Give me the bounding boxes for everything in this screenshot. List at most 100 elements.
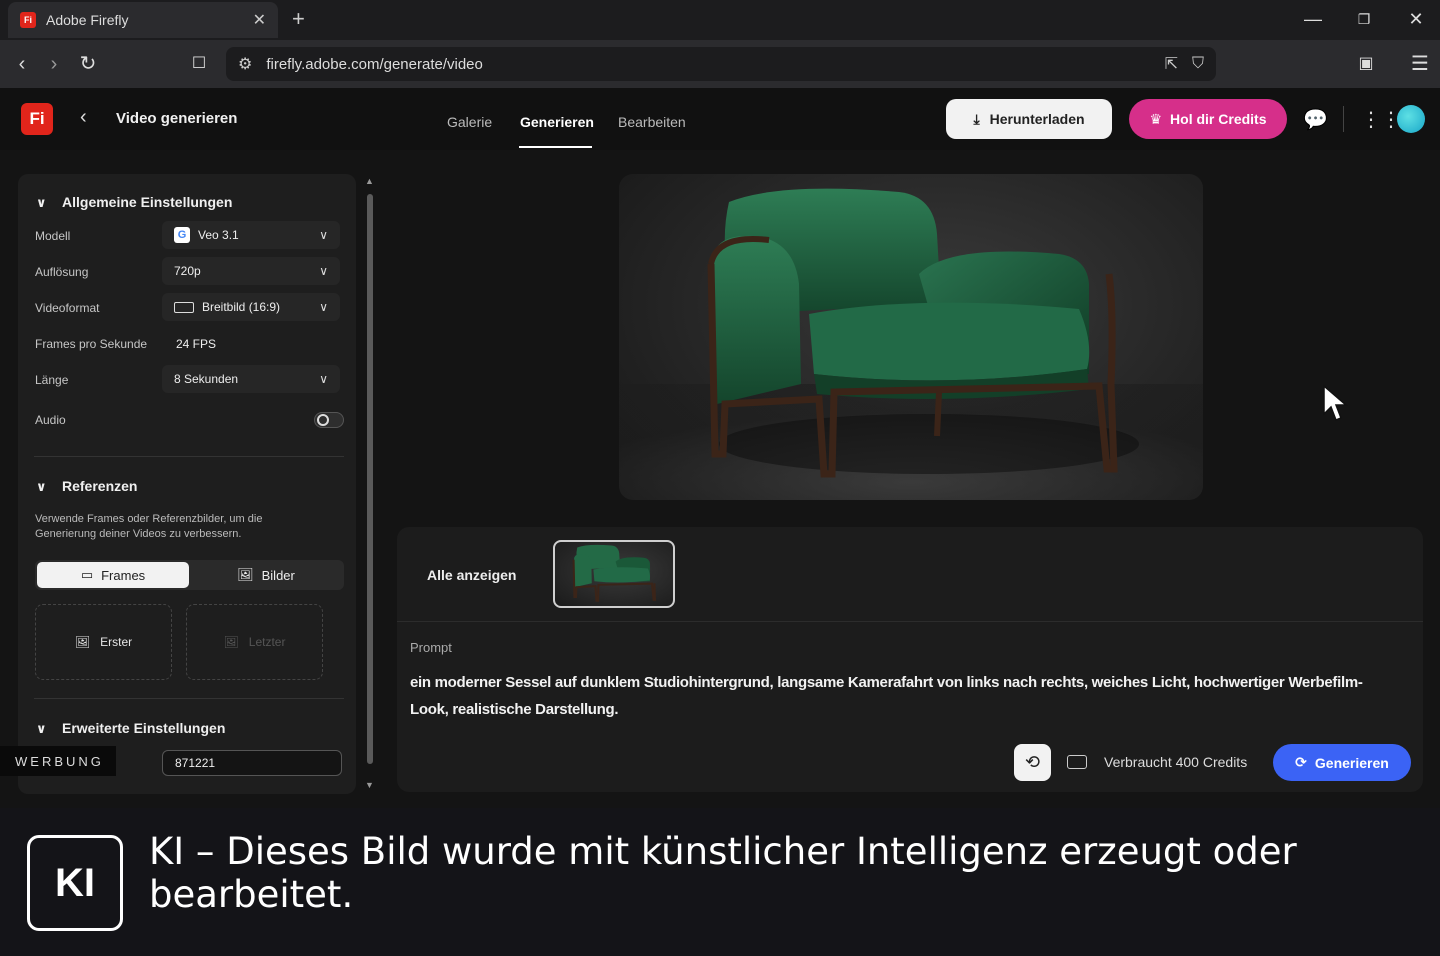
video-preview[interactable]: [619, 174, 1203, 500]
references-header[interactable]: ∨ Referenzen: [36, 478, 137, 495]
tab-galerie[interactable]: Galerie: [447, 114, 492, 130]
feedback-icon[interactable]: 💬: [1303, 107, 1328, 132]
tab-bearbeiten[interactable]: Bearbeiten: [618, 114, 686, 130]
download-button[interactable]: ⤓ Herunterladen: [946, 99, 1112, 139]
resolution-select[interactable]: 720p ∨: [162, 257, 340, 285]
tab-title: Adobe Firefly: [46, 12, 129, 28]
tab-generieren[interactable]: Generieren: [520, 114, 594, 130]
generate-label: Generieren: [1314, 754, 1389, 771]
widescreen-icon: [174, 301, 194, 313]
url-field[interactable]: ⚙ firefly.adobe.com/generate/video ⇱ ⛉: [226, 47, 1216, 81]
get-credits-label: Hol dir Credits: [1170, 111, 1267, 127]
credits-used-label: Verbraucht 400 Credits: [1104, 754, 1248, 770]
window-close-icon[interactable]: ✕: [1404, 6, 1428, 32]
prompt-text[interactable]: ein moderner Sessel auf dunklem Studiohi…: [410, 669, 1370, 723]
last-frame-label: Letzter: [248, 635, 286, 649]
advanced-settings-header[interactable]: ∨ Erweiterte Einstellungen: [36, 720, 225, 737]
chevron-down-icon: ∨: [319, 300, 328, 314]
firefly-favicon-icon: Fi: [20, 12, 36, 28]
minimize-icon[interactable]: —: [1301, 6, 1325, 32]
google-icon: G: [174, 227, 190, 243]
prompt-label: Prompt: [410, 640, 452, 655]
length-select[interactable]: 8 Sekunden ∨: [162, 365, 340, 393]
last-frame-slot[interactable]: 🖼 Letzter: [186, 604, 323, 680]
chevron-down-icon: ∨: [319, 264, 328, 278]
chevron-left-icon[interactable]: ‹: [80, 106, 87, 129]
ai-disclaimer-bar: KI KI – Dieses Bild wurde mit künstliche…: [0, 808, 1440, 956]
download-label: Herunterladen: [989, 111, 1085, 127]
page-title: Video generieren: [116, 110, 238, 127]
close-tab-icon[interactable]: ✕: [253, 10, 266, 30]
armchair-thumbnail-image: [572, 544, 657, 602]
back-icon[interactable]: ‹: [8, 50, 36, 78]
browser-tab[interactable]: Fi Adobe Firefly ✕: [8, 2, 278, 38]
brave-shield-icon[interactable]: ⛉: [1192, 55, 1204, 73]
firefly-logo[interactable]: Fi: [21, 103, 53, 135]
fps-value: 24 FPS: [176, 337, 217, 351]
model-select[interactable]: G Veo 3.1 ∨: [162, 221, 340, 249]
images-tab[interactable]: 🖼 Bilder: [190, 562, 342, 588]
forward-icon[interactable]: ›: [40, 50, 68, 78]
first-frame-label: Erster: [100, 635, 133, 649]
chevron-down-icon: ∨: [36, 479, 47, 494]
divider: [397, 621, 1423, 622]
generate-button[interactable]: ⟳ Generieren: [1273, 744, 1411, 781]
bookmark-icon[interactable]: ☐: [185, 50, 213, 78]
app-header: Fi ‹ Video generieren Galerie Generieren…: [0, 88, 1440, 150]
active-tab-indicator: [519, 146, 592, 148]
share-icon[interactable]: ⇱: [1165, 54, 1178, 74]
format-value: Breitbild (16:9): [202, 300, 281, 314]
scrollbar[interactable]: [367, 194, 373, 764]
url-text: firefly.adobe.com/generate/video: [266, 55, 483, 73]
audio-toggle[interactable]: [314, 412, 344, 428]
history-button[interactable]: ⟲: [1014, 744, 1051, 781]
model-value: Veo 3.1: [198, 228, 239, 242]
mouse-cursor-icon: [1323, 384, 1348, 421]
scroll-up-icon[interactable]: ▲: [365, 176, 374, 186]
get-credits-button[interactable]: ♛ Hol dir Credits: [1129, 99, 1287, 139]
add-image-icon: 🖼: [74, 635, 91, 649]
maximize-icon[interactable]: ❐: [1352, 6, 1376, 32]
toggle-knob: [317, 414, 329, 426]
screen: { "browser": { "tab_title": "Adobe Firef…: [0, 0, 1440, 956]
chevron-down-icon: ∨: [36, 721, 47, 736]
first-frame-slot[interactable]: 🖼 Erster: [35, 604, 172, 680]
show-all-link[interactable]: Alle anzeigen: [427, 567, 516, 583]
resolution-value: 720p: [174, 264, 201, 278]
wallet-icon[interactable]: ▣: [1352, 50, 1380, 78]
reload-icon[interactable]: ↻: [74, 50, 102, 78]
settings-panel: ∨ Allgemeine Einstellungen Modell G Veo 3…: [18, 174, 374, 794]
menu-icon[interactable]: ☰: [1406, 50, 1434, 78]
chevron-down-icon: ∨: [319, 228, 328, 242]
frames-tab[interactable]: ▭ Frames: [37, 562, 189, 588]
general-settings-header[interactable]: ∨ Allgemeine Einstellungen: [36, 194, 232, 211]
references-description: Verwende Frames oder Referenzbilder, um …: [35, 513, 263, 540]
generate-icon: ⟳: [1295, 754, 1307, 770]
model-label: Modell: [35, 229, 71, 243]
header-divider: [1343, 106, 1344, 132]
browser-tab-bar: Fi Adobe Firefly ✕ + — ❐ ✕: [0, 0, 1440, 40]
site-settings-icon[interactable]: ⚙: [238, 54, 252, 74]
ki-badge: KI: [27, 835, 123, 931]
reference-type-toggle: ▭ Frames 🖼 Bilder: [35, 560, 344, 590]
format-select[interactable]: Breitbild (16:9) ∨: [162, 293, 340, 321]
audio-label: Audio: [35, 413, 66, 427]
new-tab-icon[interactable]: +: [292, 6, 305, 32]
chevron-down-icon: ∨: [36, 195, 47, 210]
resolution-label: Auflösung: [35, 265, 89, 279]
format-label: Videoformat: [35, 301, 100, 315]
history-icon: ⟲: [1024, 752, 1041, 772]
credits-icon: [1067, 755, 1087, 769]
avatar[interactable]: [1397, 105, 1425, 133]
length-value: 8 Sekunden: [174, 372, 239, 386]
images-icon: 🖼: [237, 567, 254, 582]
chevron-down-icon: ∨: [319, 372, 328, 386]
length-label: Länge: [35, 373, 69, 387]
scroll-down-icon[interactable]: ▼: [365, 780, 374, 790]
add-image-icon: 🖼: [223, 635, 239, 649]
result-thumbnail[interactable]: [553, 540, 675, 608]
seed-input[interactable]: 871221: [162, 750, 342, 776]
armchair-image: [619, 188, 1203, 500]
divider: [34, 698, 344, 699]
crown-icon: ♛: [1149, 110, 1163, 127]
